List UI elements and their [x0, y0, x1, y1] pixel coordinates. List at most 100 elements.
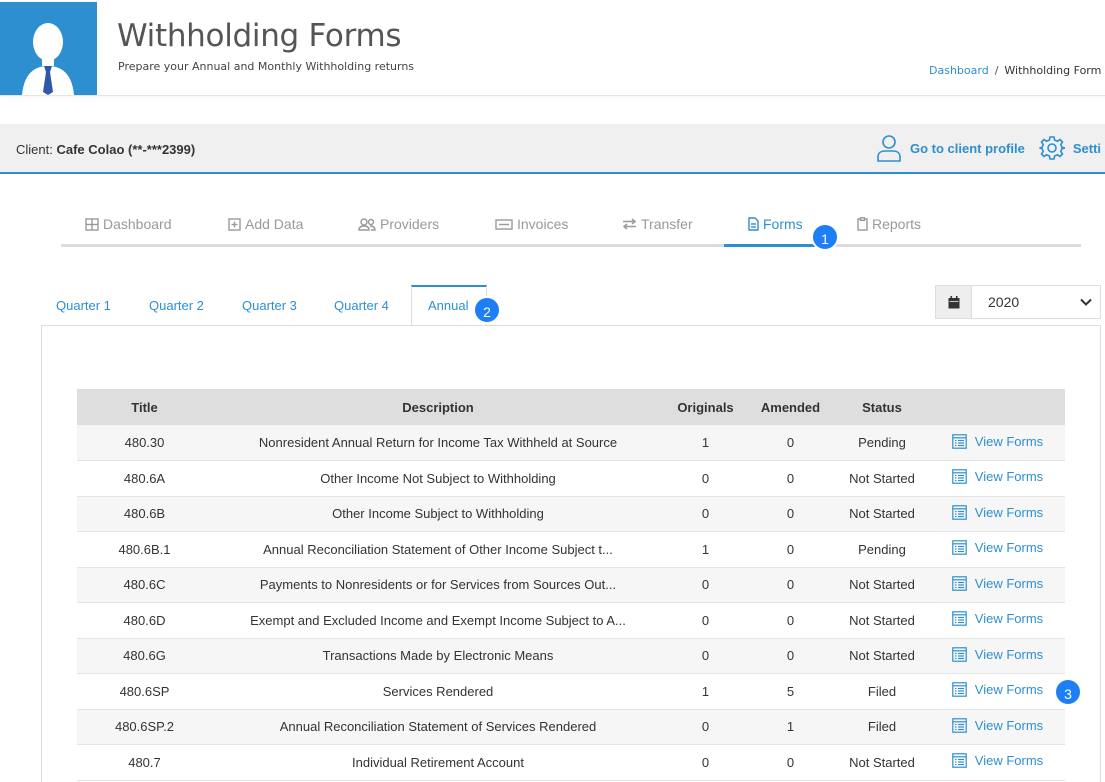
form-list-icon	[951, 433, 967, 449]
nav-dashboard[interactable]: Dashboard	[85, 216, 172, 232]
column-header-originals: Originals	[664, 389, 747, 425]
cell-description: Annual Reconciliation Statement of Servi…	[212, 709, 664, 745]
cell-originals: 0	[664, 744, 747, 781]
form-list-icon	[951, 611, 967, 627]
cell-amended: 0	[747, 531, 834, 568]
breadcrumb-separator: /	[994, 64, 999, 77]
cell-action: View Forms	[930, 496, 1065, 532]
form-list-icon	[951, 504, 967, 520]
cell-amended: 0	[747, 567, 834, 603]
file-icon	[748, 217, 759, 231]
cell-title: 480.6B	[77, 496, 212, 532]
cell-title: 480.6D	[77, 602, 212, 639]
view-forms-link[interactable]: View Forms	[951, 469, 1043, 484]
plus-square-icon	[228, 217, 241, 231]
client-info: Client: Cafe Colao (**-***2399)	[16, 142, 195, 157]
cell-description: Payments to Nonresidents or for Services…	[212, 567, 664, 603]
view-forms-label: View Forms	[974, 504, 1044, 520]
cell-originals: 0	[664, 602, 747, 639]
column-header-amended: Amended	[747, 389, 834, 425]
year-select[interactable]: 2020	[935, 285, 1101, 319]
calendar-icon	[936, 286, 972, 318]
tab-quarter-3[interactable]: Quarter 3	[242, 298, 297, 313]
nav-active-indicator	[724, 244, 817, 247]
forms-table-body: 480.30 Nonresident Annual Return for Inc…	[77, 425, 1065, 781]
cell-action: View Forms	[930, 709, 1065, 745]
settings-link[interactable]: Setti	[1039, 135, 1101, 161]
view-forms-link[interactable]: View Forms	[951, 682, 1043, 698]
cell-description: Services Rendered	[212, 673, 664, 710]
client-actions: Go to client profile Setti	[876, 134, 1105, 162]
cell-originals: 0	[664, 709, 747, 745]
clipboard-icon	[857, 217, 868, 231]
view-forms-link[interactable]: View Forms	[951, 611, 1043, 627]
cell-action: View Forms	[930, 531, 1065, 568]
cell-description: Nonresident Annual Return for Income Tax…	[212, 425, 664, 461]
cell-description: Transactions Made by Electronic Means	[212, 638, 664, 674]
cell-title: 480.6B.1	[77, 531, 212, 568]
cell-title: 480.6SP.2	[77, 709, 212, 745]
cell-title: 480.6SP	[77, 673, 212, 710]
table-row: 480.6G Transactions Made by Electronic M…	[77, 638, 1065, 674]
cell-title: 480.6A	[77, 460, 212, 497]
cell-status: Filed	[834, 709, 930, 745]
cell-description: Other Income Not Subject to Withholding	[212, 460, 664, 497]
page-subtitle: Prepare your Annual and Monthly Withhold…	[118, 60, 415, 73]
cell-status: Pending	[834, 531, 930, 568]
cell-status: Not Started	[834, 567, 930, 603]
view-forms-label: View Forms	[974, 575, 1044, 591]
table-row: 480.6B.1 Annual Reconciliation Statement…	[77, 531, 1065, 568]
cell-title: 480.6G	[77, 638, 212, 674]
nav-add-data[interactable]: Add Data	[228, 216, 303, 232]
cell-title: 480.6C	[77, 567, 212, 603]
tab-quarter-1[interactable]: Quarter 1	[56, 298, 111, 313]
view-forms-link[interactable]: View Forms	[951, 540, 1043, 555]
client-name: Cafe Colao (**-***2399)	[56, 142, 196, 157]
go-to-client-profile-link[interactable]: Go to client profile	[876, 134, 1025, 162]
annotation-badge-3: 3	[1054, 678, 1082, 706]
gear-icon	[1039, 136, 1065, 160]
nav-forms[interactable]: Forms	[748, 216, 803, 232]
cell-action: View Forms	[930, 567, 1065, 603]
invoice-icon	[495, 218, 513, 230]
view-forms-link[interactable]: View Forms	[951, 575, 1044, 591]
nav-reports-label: Reports	[872, 216, 922, 232]
cell-amended: 1	[747, 709, 834, 745]
nav-invoices[interactable]: Invoices	[495, 216, 568, 232]
nav-providers[interactable]: Providers	[358, 216, 439, 232]
view-forms-link[interactable]: View Forms	[951, 504, 1044, 520]
view-forms-link[interactable]: View Forms	[951, 718, 1043, 733]
column-header-action	[930, 389, 1065, 425]
tab-quarter-2[interactable]: Quarter 2	[149, 298, 204, 313]
cell-action: View Forms	[930, 460, 1065, 497]
form-list-icon	[951, 682, 967, 698]
cell-originals: 0	[664, 496, 747, 532]
main-nav: Dashboard Add Data Providers Invoices Tr…	[61, 212, 1081, 247]
nav-add-data-label: Add Data	[245, 216, 304, 232]
view-forms-link[interactable]: View Forms	[951, 753, 1044, 769]
view-forms-link[interactable]: View Forms	[951, 433, 1043, 449]
tab-quarter-4[interactable]: Quarter 4	[334, 298, 389, 313]
page-header: Withholding Forms Prepare your Annual an…	[0, 0, 1105, 96]
cell-action: View Forms	[930, 638, 1065, 674]
cell-amended: 0	[747, 460, 834, 497]
nav-transfer[interactable]: Transfer	[622, 216, 693, 232]
column-header-status: Status	[834, 389, 930, 425]
breadcrumb-dashboard-link[interactable]: Dashboard	[929, 64, 989, 77]
form-list-icon	[951, 646, 967, 662]
cell-action: View Forms	[930, 744, 1065, 781]
annotation-badge-1: 1	[811, 223, 839, 251]
cell-originals: 0	[664, 638, 747, 674]
cell-status: Not Started	[834, 638, 930, 674]
cell-originals: 1	[664, 531, 747, 568]
client-label: Client:	[16, 142, 53, 157]
view-forms-link[interactable]: View Forms	[951, 646, 1044, 662]
cell-status: Not Started	[834, 602, 930, 639]
view-forms-label: View Forms	[974, 646, 1044, 662]
nav-reports[interactable]: Reports	[857, 216, 921, 232]
cell-status: Pending	[834, 425, 930, 461]
view-forms-label: View Forms	[974, 753, 1044, 769]
page-title: Withholding Forms	[117, 18, 402, 54]
tab-annual-label: Annual	[428, 298, 469, 313]
column-header-description: Description	[212, 389, 664, 425]
